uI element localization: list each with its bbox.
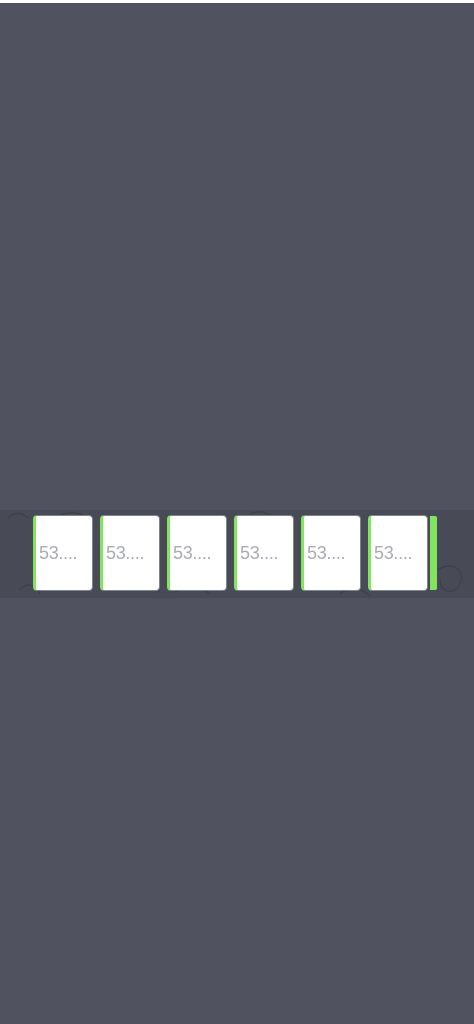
code-input-end-cap (430, 516, 437, 590)
code-cell-5[interactable]: 53.... (301, 515, 361, 591)
code-cell-2[interactable]: 53.... (100, 515, 160, 591)
code-cell-1[interactable]: 53.... (33, 515, 93, 591)
top-edge (0, 0, 474, 3)
code-cell-value: 53.... (39, 542, 78, 563)
code-cell-4[interactable]: 53.... (234, 515, 294, 591)
verification-code-input: 53.... 53.... 53.... 53.... 53.... 53...… (33, 515, 438, 591)
code-cell-value: 53.... (307, 542, 346, 563)
code-cell-value: 53.... (106, 542, 145, 563)
code-cell-value: 53.... (374, 542, 413, 563)
code-cell-6[interactable]: 53.... (368, 515, 428, 591)
code-cell-value: 53.... (240, 542, 279, 563)
code-cell-value: 53.... (173, 542, 212, 563)
code-cell-3[interactable]: 53.... (167, 515, 227, 591)
